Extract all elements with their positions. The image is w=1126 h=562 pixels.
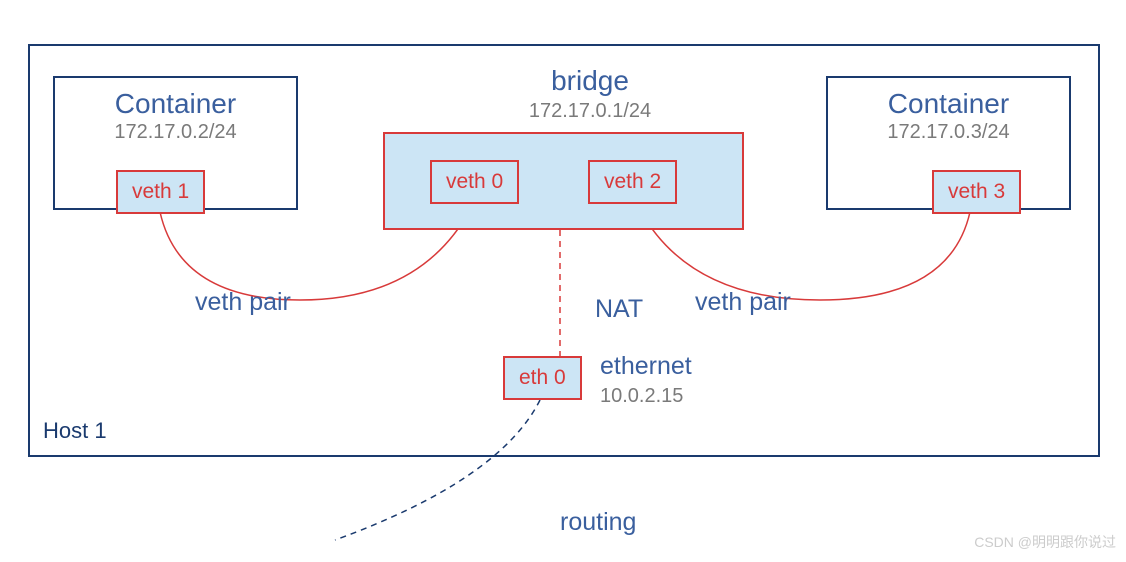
veth-3: veth 3 xyxy=(932,170,1021,214)
veth-0: veth 0 xyxy=(430,160,519,204)
veth-1: veth 1 xyxy=(116,170,205,214)
routing-label: routing xyxy=(560,508,636,537)
container-2-ip: 172.17.0.3/24 xyxy=(828,121,1069,144)
veth-2: veth 2 xyxy=(588,160,677,204)
ethernet-label: ethernet xyxy=(600,352,692,381)
watermark: CSDN @明明跟你说过 xyxy=(974,532,1116,552)
bridge-ip: 172.17.0.1/24 xyxy=(490,100,690,123)
bridge-title: bridge xyxy=(490,65,690,97)
ethernet-ip: 10.0.2.15 xyxy=(600,385,683,408)
container-1-title: Container xyxy=(55,88,296,120)
veth-pair-label-left: veth pair xyxy=(195,288,291,317)
eth0-box: eth 0 xyxy=(503,356,582,400)
host-label: Host 1 xyxy=(43,418,107,444)
container-2-title: Container xyxy=(828,88,1069,120)
container-1-ip: 172.17.0.2/24 xyxy=(55,121,296,144)
veth-pair-label-right: veth pair xyxy=(695,288,791,317)
nat-label: NAT xyxy=(595,295,643,324)
